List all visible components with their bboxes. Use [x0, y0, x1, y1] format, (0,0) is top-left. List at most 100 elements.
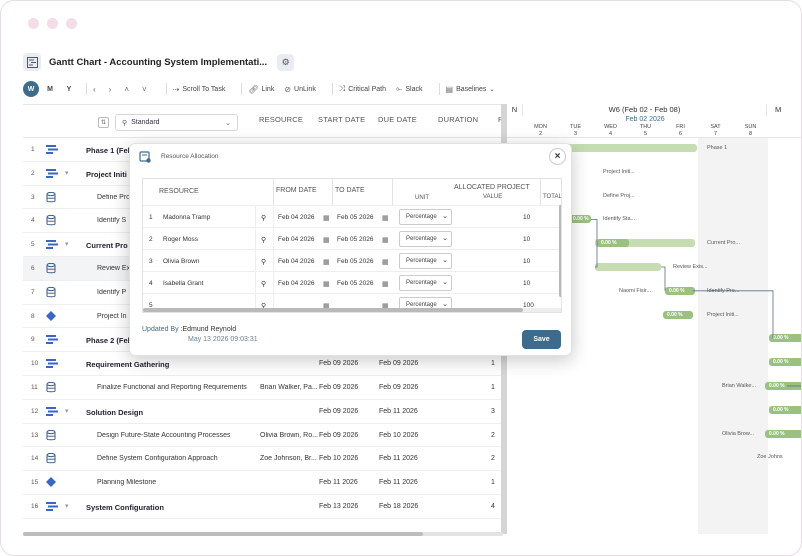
task-name[interactable]: Project In: [97, 313, 127, 320]
settings-gear-icon[interactable]: ⚙: [277, 53, 295, 71]
column-header-due-date[interactable]: DUE DATE: [378, 115, 417, 124]
calendar-icon[interactable]: ▦: [382, 258, 389, 266]
baselines-icon: ▤: [445, 84, 454, 94]
divider: [255, 250, 256, 272]
from-date-value[interactable]: Feb 04 2026: [278, 214, 315, 221]
allocation-row[interactable]: 3 Olivia Brown ⚲ Feb 04 2026 ▦ Feb 05 2026 ▦ Pe…: [143, 249, 561, 272]
task-name[interactable]: Define Pro: [97, 194, 130, 201]
task-name[interactable]: Project Initi: [86, 170, 127, 179]
expand-chevron-icon[interactable]: ▾: [65, 169, 69, 177]
task-name[interactable]: Define System Configuration Approach: [97, 455, 218, 462]
task-name[interactable]: Solution Design: [86, 408, 143, 417]
calendar-icon[interactable]: ▦: [323, 214, 330, 222]
allocation-row[interactable]: 2 Roger Moss ⚲ Feb 04 2026 ▦ Feb 05 2026 ▦ Perc…: [143, 227, 561, 250]
task-name[interactable]: Design Future-State Accounting Processes: [97, 432, 230, 439]
expand-chevron-icon[interactable]: ▾: [65, 240, 69, 248]
search-icon[interactable]: ⚲: [261, 214, 266, 222]
task-name[interactable]: Finalize Functional and Reporting Requir…: [97, 384, 247, 391]
window-dot[interactable]: [28, 18, 39, 29]
table-row[interactable]: 15 Planning Milestone Feb 11 2026 Feb 11 20…: [23, 471, 503, 495]
link-button[interactable]: 🔗︎ Link: [248, 85, 274, 94]
view-month-button[interactable]: M: [42, 81, 58, 97]
from-date-value[interactable]: Feb 04 2026: [278, 280, 315, 287]
search-icon[interactable]: ⚲: [261, 236, 266, 244]
task-name[interactable]: Current Pro: [86, 241, 128, 250]
sort-toggle-icon[interactable]: ⇅: [98, 117, 109, 128]
table-row[interactable]: 14 Define System Configuration Approach Zo…: [23, 447, 503, 472]
baselines-dropdown[interactable]: ▤ Baselines ⌄: [446, 85, 495, 94]
unit-select[interactable]: Percentage ⌄: [399, 275, 452, 291]
from-date-value[interactable]: Feb 04 2026: [278, 258, 315, 265]
column-header-duration[interactable]: DURATION: [438, 115, 478, 124]
allocated-value[interactable]: 10: [523, 258, 530, 265]
task-name[interactable]: Review Exi: [97, 265, 132, 272]
table-vertical-scrollbar[interactable]: [559, 205, 561, 297]
unit-select[interactable]: Percentage ⌄: [399, 253, 452, 269]
view-week-button[interactable]: W: [23, 81, 39, 97]
window-dot[interactable]: [47, 18, 58, 29]
app-window: Gantt Chart - Accounting System Implemen…: [0, 0, 802, 556]
scrollbar-thumb[interactable]: [23, 532, 423, 536]
task-name[interactable]: Phase 2 (Feb: [86, 336, 132, 345]
allocation-row[interactable]: 4 Isabella Grant ⚲ Feb 04 2026 ▦ Feb 05 2026 ▦…: [143, 271, 561, 294]
table-row[interactable]: 16 ▾ System Configuration Feb 13 2026 Feb 18…: [23, 495, 503, 519]
search-icon[interactable]: ⚲: [261, 258, 266, 266]
dependency-line: [661, 266, 666, 291]
calendar-icon[interactable]: ▦: [382, 280, 389, 288]
task-name[interactable]: System Configuration: [86, 503, 164, 512]
chevron-left-icon[interactable]: ‹: [93, 85, 96, 94]
calendar-icon[interactable]: ▦: [323, 236, 330, 244]
unit-select[interactable]: Percentage ⌄: [399, 209, 452, 225]
slack-button[interactable]: ⟜ Slack: [396, 84, 423, 94]
expand-chevron-icon[interactable]: ▾: [65, 502, 69, 510]
chevron-up-icon[interactable]: ˄: [124, 85, 129, 94]
scroll-to-task-button[interactable]: ⇢ Scroll To Task: [173, 85, 226, 94]
task-due-date: Feb 09 2026: [379, 360, 419, 368]
search-icon[interactable]: ⚲: [261, 280, 266, 288]
to-date-value[interactable]: Feb 05 2026: [337, 280, 374, 287]
close-icon[interactable]: ×: [549, 148, 566, 165]
unlink-button[interactable]: ⊘ UnLink: [284, 85, 316, 94]
allocated-value[interactable]: 10: [523, 280, 530, 287]
resource-name[interactable]: Olivia Brown: [163, 258, 199, 265]
calendar-icon[interactable]: ▦: [382, 214, 389, 222]
expand-chevron-icon[interactable]: ▾: [65, 407, 69, 415]
column-header-start-date[interactable]: START DATE: [318, 115, 365, 124]
resource-name[interactable]: Roger Moss: [163, 236, 198, 243]
calendar-icon[interactable]: ▦: [323, 280, 330, 288]
column-header-resource[interactable]: RESOURCE: [259, 115, 303, 124]
resource-name[interactable]: Isabella Grant: [163, 280, 203, 287]
table-row[interactable]: 12 ▾ Solution Design Feb 09 2026 Feb 11 2026…: [23, 400, 503, 424]
chevron-down-icon[interactable]: ˅: [142, 85, 147, 94]
allocated-value[interactable]: 10: [523, 214, 530, 221]
task-name[interactable]: Identify S: [97, 217, 126, 224]
table-row[interactable]: 11 Finalize Functional and Reporting Requ…: [23, 376, 503, 400]
from-date-value[interactable]: Feb 04 2026: [278, 236, 315, 243]
to-date-value[interactable]: Feb 05 2026: [337, 258, 374, 265]
window-dot[interactable]: [66, 18, 77, 29]
table-horizontal-scrollbar[interactable]: [143, 308, 561, 312]
save-button[interactable]: Save: [522, 330, 561, 349]
slack-icon: ⟜: [395, 84, 403, 93]
calendar-icon[interactable]: ▦: [323, 258, 330, 266]
to-date-value[interactable]: Feb 05 2026: [337, 236, 374, 243]
task-name[interactable]: Planning Milestone: [97, 479, 156, 486]
allocated-value[interactable]: 10: [523, 236, 530, 243]
task-name[interactable]: Phase 1 (Feb: [86, 146, 132, 155]
grid-horizontal-scrollbar[interactable]: [23, 532, 503, 536]
chevron-right-icon[interactable]: ›: [109, 85, 112, 94]
task-name[interactable]: Requirement Gathering: [86, 360, 169, 369]
critical-path-button[interactable]: ⤨ Critical Path: [339, 84, 386, 94]
unit-select[interactable]: Percentage ⌄: [399, 231, 452, 247]
view-standard-select[interactable]: ⚲ Standard ⌄: [115, 114, 238, 131]
table-row[interactable]: 13 Design Future-State Accounting Process…: [23, 424, 503, 448]
view-year-button[interactable]: Y: [61, 81, 77, 97]
to-date-value[interactable]: Feb 05 2026: [337, 214, 374, 221]
task-name[interactable]: Identify P: [97, 289, 126, 296]
allocation-row[interactable]: 1 Madonna Tramp ⚲ Feb 04 2026 ▦ Feb 05 2026 ▦ P…: [143, 205, 561, 228]
resource-name[interactable]: Madonna Tramp: [163, 214, 210, 221]
task-duration: 4: [491, 503, 495, 510]
scrollbar-thumb[interactable]: [143, 308, 523, 312]
calendar-icon[interactable]: ▦: [382, 236, 389, 244]
row-number: 9: [31, 336, 35, 344]
